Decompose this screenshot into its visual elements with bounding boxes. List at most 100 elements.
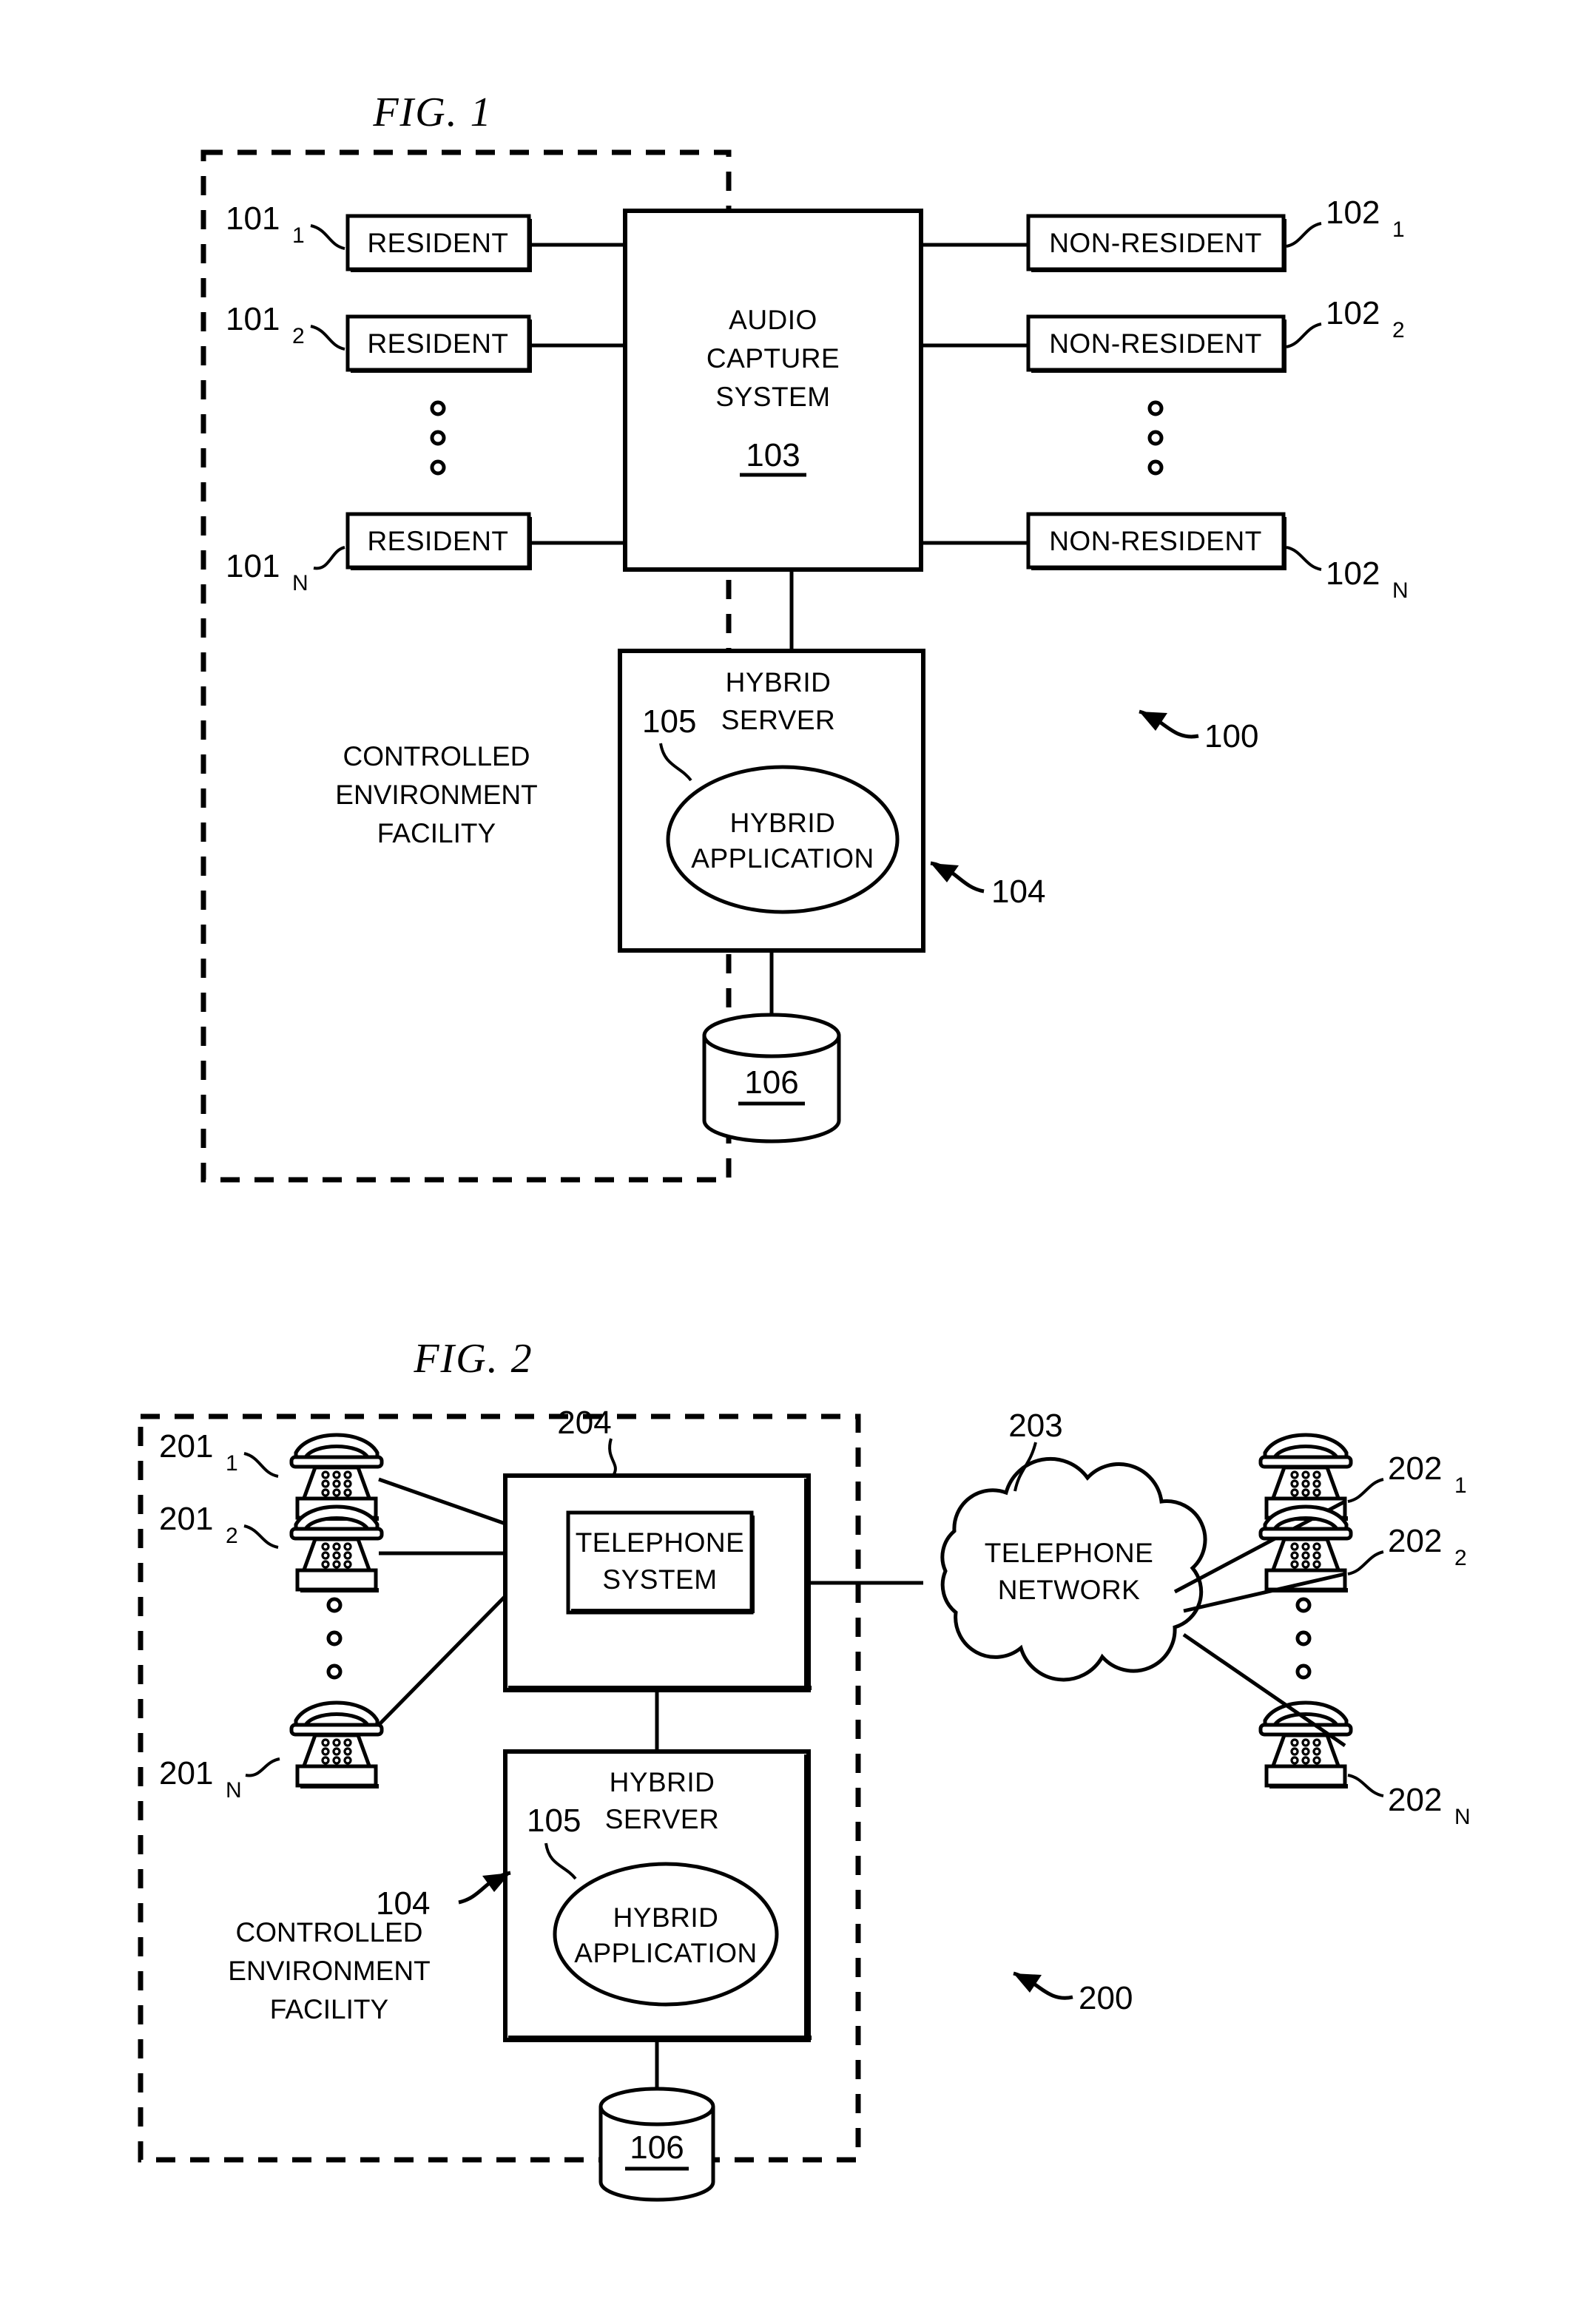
- right-vertical-ellipsis: [1295, 1597, 1312, 1680]
- hybrid-server-line-2: SERVER: [721, 705, 836, 735]
- leader-201-2: [243, 1524, 279, 1549]
- hybrid-application-ellipse[interactable]: [553, 1862, 779, 2007]
- ref-202-2: 202: [1388, 1523, 1442, 1559]
- nonresident-node-2-label: NON-RESIDENT: [1049, 328, 1262, 359]
- telephone-icon-202-2[interactable]: [1261, 1507, 1351, 1592]
- hybrid-application-ellipse[interactable]: [666, 765, 900, 914]
- telephone-icon-201-n[interactable]: [291, 1703, 382, 1788]
- right-vertical-ellipsis: [1147, 400, 1164, 476]
- leader-102-n: [1286, 546, 1322, 571]
- ref-202-2-subscript: 2: [1454, 1546, 1467, 1570]
- resident-node-n[interactable]: RESIDENT: [345, 512, 532, 570]
- facility-label-line-3: FACILITY: [377, 818, 496, 848]
- hybrid-server-box[interactable]: HYBRID SERVER 105 HYBRID APPLICATION: [618, 649, 925, 953]
- ref-200: 200: [1079, 1980, 1133, 2016]
- audio-capture-system-box[interactable]: AUDIO CAPTURE SYSTEM 103: [623, 209, 923, 572]
- ref-201-n: 201: [159, 1755, 213, 1791]
- leader-202-n: [1347, 1774, 1384, 1797]
- resident-node-1-label: RESIDENT: [367, 228, 508, 258]
- nonresident-node-1[interactable]: NON-RESIDENT: [1026, 214, 1286, 272]
- figure-1-title: FIG. 1: [372, 89, 492, 135]
- ref-105: 105: [642, 703, 696, 740]
- database-cylinder[interactable]: 106: [598, 2087, 715, 2202]
- ref-101-2-subscript: 2: [292, 324, 305, 348]
- left-vertical-ellipsis: [430, 400, 446, 476]
- nonresident-node-1-label: NON-RESIDENT: [1049, 228, 1262, 258]
- hybrid-server-pointer-104: [930, 861, 985, 894]
- system-100-pointer: [1139, 709, 1199, 739]
- leader-101-1: [310, 224, 345, 250]
- ref-105: 105: [527, 1803, 581, 1839]
- ref-102-1: 102: [1326, 195, 1380, 231]
- ref-202-1-subscript: 1: [1454, 1473, 1467, 1498]
- leader-101-n: [313, 546, 345, 570]
- audio-capture-line-3: SYSTEM: [715, 382, 830, 412]
- ref-202-n-subscript: N: [1454, 1805, 1471, 1829]
- telephone-network-line-2: NETWORK: [998, 1575, 1141, 1605]
- ref-100: 100: [1204, 718, 1258, 754]
- nonresident-node-2[interactable]: NON-RESIDENT: [1026, 314, 1286, 373]
- leader-201-1: [243, 1452, 279, 1478]
- ref-204: 204: [557, 1405, 611, 1441]
- resident-node-2[interactable]: RESIDENT: [345, 314, 532, 373]
- hybrid-server-line-2: SERVER: [605, 1804, 720, 1834]
- nonresident-node-n[interactable]: NON-RESIDENT: [1026, 512, 1286, 570]
- hybrid-application-line-2: APPLICATION: [691, 843, 874, 874]
- telephone-system-line-1: TELEPHONE: [576, 1527, 745, 1558]
- leader-202-1: [1347, 1478, 1384, 1503]
- telephone-network-cloud[interactable]: TELEPHONE NETWORK: [940, 1456, 1207, 1682]
- database-ref: 106: [630, 2129, 684, 2166]
- audio-capture-ref: 103: [746, 437, 800, 473]
- hybrid-server-line-1: HYBRID: [610, 1767, 715, 1797]
- figure-2: FIG. 2 201 1 201 2 201 N TELEPHONE SYSTE…: [0, 1257, 1575, 2324]
- ref-202-n: 202: [1388, 1782, 1442, 1818]
- ref-203: 203: [1008, 1408, 1062, 1444]
- ref-102-2-subscript: 2: [1392, 318, 1405, 342]
- telephone-icon-201-2[interactable]: [291, 1507, 382, 1592]
- leader-202-2: [1347, 1550, 1384, 1575]
- facility-label-line-3: FACILITY: [270, 1994, 388, 2024]
- ref-104: 104: [376, 1885, 430, 1922]
- hybrid-server-box[interactable]: HYBRID SERVER 105 HYBRID APPLICATION: [503, 1749, 812, 2042]
- facility-label-line-1: CONTROLLED: [236, 1917, 423, 1948]
- leader-101-2: [310, 325, 345, 351]
- facility-label-line-2: ENVIRONMENT: [228, 1956, 430, 1986]
- figure-2-title: FIG. 2: [413, 1336, 533, 1382]
- leader-102-2: [1286, 322, 1322, 348]
- leader-201-n: [245, 1757, 280, 1777]
- ref-201-n-subscript: N: [226, 1778, 242, 1803]
- leader-102-1: [1286, 222, 1322, 248]
- hybrid-server-line-1: HYBRID: [726, 667, 832, 697]
- database-cylinder[interactable]: 106: [702, 1013, 841, 1144]
- ref-102-n: 102: [1326, 555, 1380, 592]
- ref-102-1-subscript: 1: [1392, 217, 1405, 242]
- ref-201-2: 201: [159, 1501, 213, 1537]
- facility-label-line-1: CONTROLLED: [343, 741, 530, 771]
- telephone-icon-202-n[interactable]: [1261, 1703, 1351, 1788]
- nonresident-node-n-label: NON-RESIDENT: [1049, 526, 1262, 556]
- facility-label-line-2: ENVIRONMENT: [335, 780, 537, 810]
- database-ref: 106: [744, 1064, 798, 1101]
- ref-102-n-subscript: N: [1392, 578, 1409, 603]
- ref-101-1: 101: [226, 200, 280, 237]
- ref-201-2-subscript: 2: [226, 1524, 238, 1548]
- audio-capture-line-2: CAPTURE: [706, 343, 840, 374]
- connector-phone-201-1: [378, 1477, 506, 1526]
- ref-201-1: 201: [159, 1428, 213, 1465]
- left-vertical-ellipsis: [326, 1597, 343, 1680]
- hybrid-application-line-1: HYBRID: [613, 1902, 719, 1933]
- ref-101-n: 101: [226, 548, 280, 584]
- audio-capture-line-1: AUDIO: [729, 305, 817, 335]
- resident-node-1[interactable]: RESIDENT: [345, 214, 532, 272]
- ref-101-2: 101: [226, 301, 280, 337]
- ref-104: 104: [991, 874, 1045, 910]
- ref-101-n-subscript: N: [292, 571, 308, 595]
- resident-node-n-label: RESIDENT: [367, 526, 508, 556]
- ref-102-2: 102: [1326, 295, 1380, 331]
- hybrid-server-pointer-104: [458, 1871, 511, 1905]
- telephone-system-line-2: SYSTEM: [602, 1564, 717, 1595]
- leader-204: [608, 1438, 617, 1475]
- hybrid-application-line-2: APPLICATION: [574, 1938, 757, 1968]
- resident-node-2-label: RESIDENT: [367, 328, 508, 359]
- telephone-system-outer-box[interactable]: TELEPHONE SYSTEM: [503, 1473, 812, 1692]
